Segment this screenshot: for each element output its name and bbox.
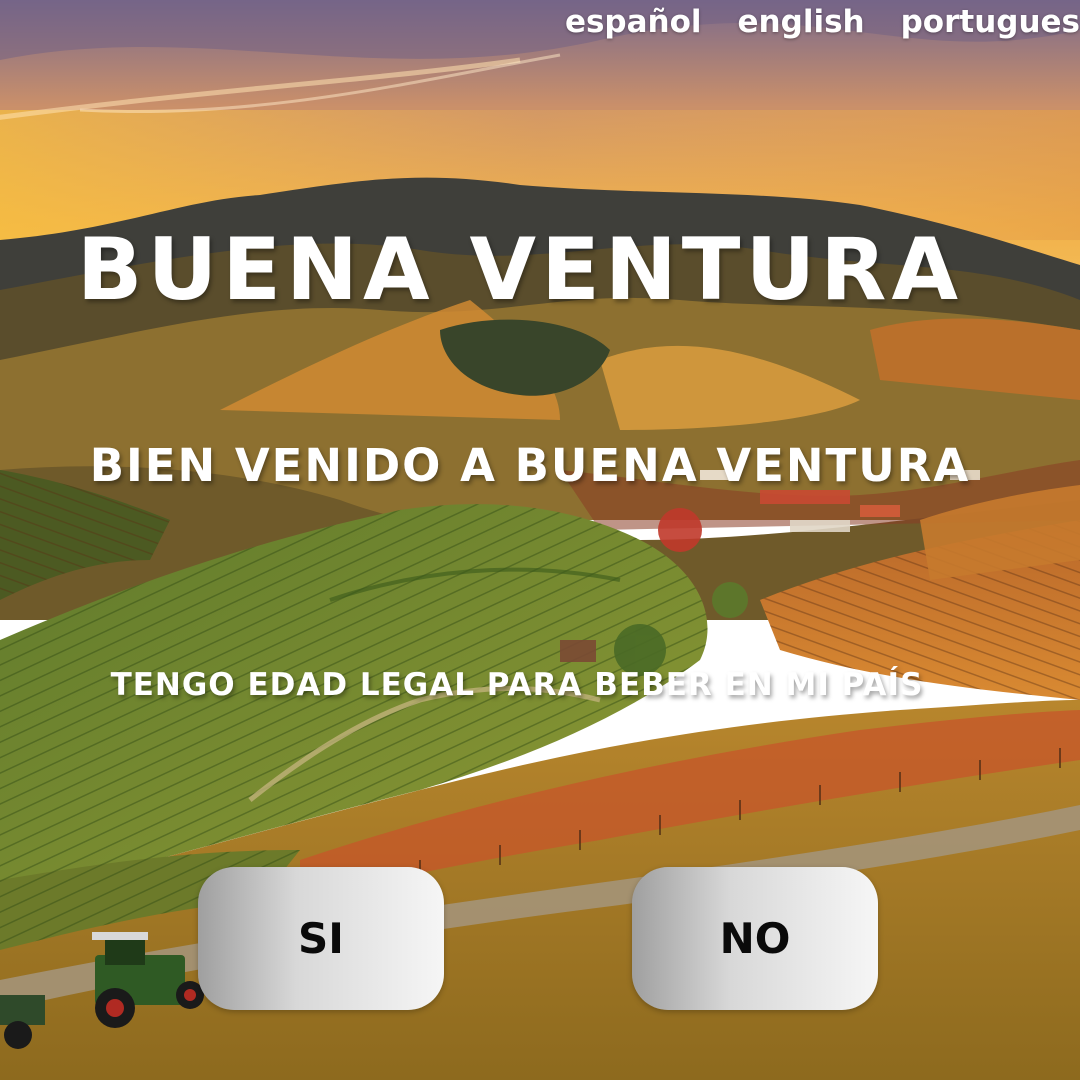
age-verification-question: TENGO EDAD LEGAL PARA BEBER EN MI PAÍS bbox=[110, 667, 924, 703]
yes-button[interactable]: SI bbox=[198, 867, 444, 1010]
brand-title: BUENA VENTURA bbox=[76, 220, 964, 320]
language-option-espanol[interactable]: español bbox=[565, 2, 702, 42]
language-option-portugues[interactable]: portugues bbox=[901, 2, 1080, 42]
vineyard-background-image bbox=[0, 0, 1080, 1080]
welcome-heading: BIEN VENIDO A BUENA VENTURA bbox=[89, 439, 971, 492]
language-option-english[interactable]: english bbox=[738, 2, 865, 42]
no-button[interactable]: NO bbox=[632, 867, 878, 1010]
language-selector: español english portugues bbox=[565, 2, 1080, 42]
